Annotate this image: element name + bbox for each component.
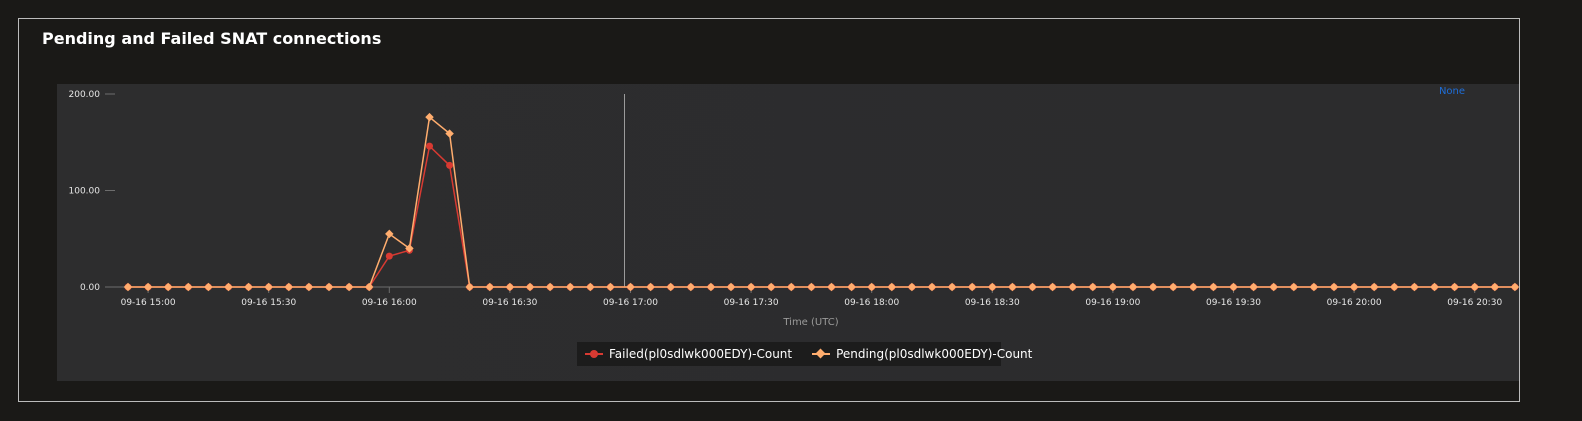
x-tick-label: 09-16 20:30 [1447,298,1502,308]
data-point [1309,282,1319,292]
x-tick-label: 09-16 19:30 [1206,298,1261,308]
y-tick-label: 0.00 [80,283,100,293]
data-point [364,282,374,292]
data-point [967,282,977,292]
data-point [1108,282,1118,292]
x-tick-label: 09-16 15:00 [121,298,176,308]
x-tick-label: 09-16 15:30 [241,298,296,308]
data-point [1229,282,1238,292]
data-point [1349,282,1359,292]
data-point [1289,282,1299,292]
data-point [344,282,354,292]
data-point [204,282,213,292]
data-point [1068,282,1077,292]
data-point [1209,282,1218,292]
series-pending [123,112,1520,292]
data-point [1490,282,1500,292]
legend-label-failed: Failed(pl0sdlwk000EDY)-Count [609,347,793,361]
data-point [1329,282,1339,292]
reset-zoom-link[interactable]: None [1439,86,1465,97]
data-point [385,252,393,260]
data-point [1249,282,1258,292]
data-point [324,282,334,292]
data-point [766,282,776,292]
data-point [686,282,696,292]
data-point [284,282,294,292]
x-tick-label: 09-16 18:30 [965,298,1020,308]
data-point [304,282,314,292]
data-point [446,161,454,169]
x-tick-label: 09-16 16:00 [362,298,417,308]
data-point [1168,282,1178,292]
x-tick-label: 09-16 18:00 [844,298,899,308]
data-point [244,282,253,292]
data-point [1510,282,1520,292]
x-tick-label: 09-16 16:30 [482,298,537,308]
data-point [1470,282,1479,292]
data-point [525,282,535,292]
data-point [123,282,133,292]
y-tick-label: 100.00 [69,187,101,197]
data-point [1390,282,1399,292]
data-point [465,282,474,292]
data-point [746,282,756,292]
data-point [847,282,856,292]
series-line [128,144,1515,288]
data-point [1028,282,1037,292]
x-tick-label: 09-16 19:00 [1085,298,1140,308]
legend-label-pending: Pending(pl0sdlwk000EDY)-Count [836,347,1033,361]
data-point [505,282,515,292]
series-layer [123,112,1520,292]
y-tick-label: 200.00 [69,90,101,100]
data-point [1450,282,1459,292]
y-axis: 0.00 100.00 200.00 [69,90,115,293]
data-point [264,282,273,292]
data-point [867,282,876,292]
data-point [1369,282,1379,292]
data-point [184,282,193,292]
data-point [1430,282,1439,292]
data-point [927,282,937,292]
data-point [1189,282,1198,292]
data-point [1410,282,1419,292]
data-point [907,282,917,292]
x-tick-label: 09-16 17:00 [603,298,658,308]
data-point [143,282,153,292]
data-point [807,282,816,292]
data-point [1008,282,1017,292]
x-axis-title: Time (UTC) [782,317,838,328]
series-line [128,115,1515,288]
chart-legend: Failed(pl0sdlwk000EDY)-Count Pending(pl0… [577,342,1032,366]
x-tick-label: 09-16 17:30 [724,298,779,308]
x-tick-label: 09-16 20:00 [1327,298,1382,308]
legend-item-failed[interactable]: Failed(pl0sdlwk000EDY)-Count [585,347,792,361]
data-point [887,282,897,292]
data-point [163,282,173,292]
data-point [706,282,716,292]
data-point [646,282,655,292]
data-point [626,282,635,292]
data-point [726,282,736,292]
data-point [666,282,675,292]
data-point [1269,282,1278,292]
failed-series-marker-icon [585,349,603,359]
data-point [787,282,796,292]
data-point [827,282,836,292]
series-failed [124,142,1519,291]
data-point [485,282,495,292]
pending-series-marker-icon [812,348,831,359]
data-point [988,282,997,292]
data-point [1128,282,1138,292]
data-point [545,282,555,292]
data-point [565,282,575,292]
data-point [1088,282,1098,292]
legend-item-pending[interactable]: Pending(pl0sdlwk000EDY)-Count [812,347,1032,361]
data-point [224,282,233,292]
data-point [1148,282,1158,292]
data-point [947,282,957,292]
data-point [606,282,615,292]
data-point [586,282,595,292]
data-point [426,142,433,150]
data-point [1048,282,1057,292]
